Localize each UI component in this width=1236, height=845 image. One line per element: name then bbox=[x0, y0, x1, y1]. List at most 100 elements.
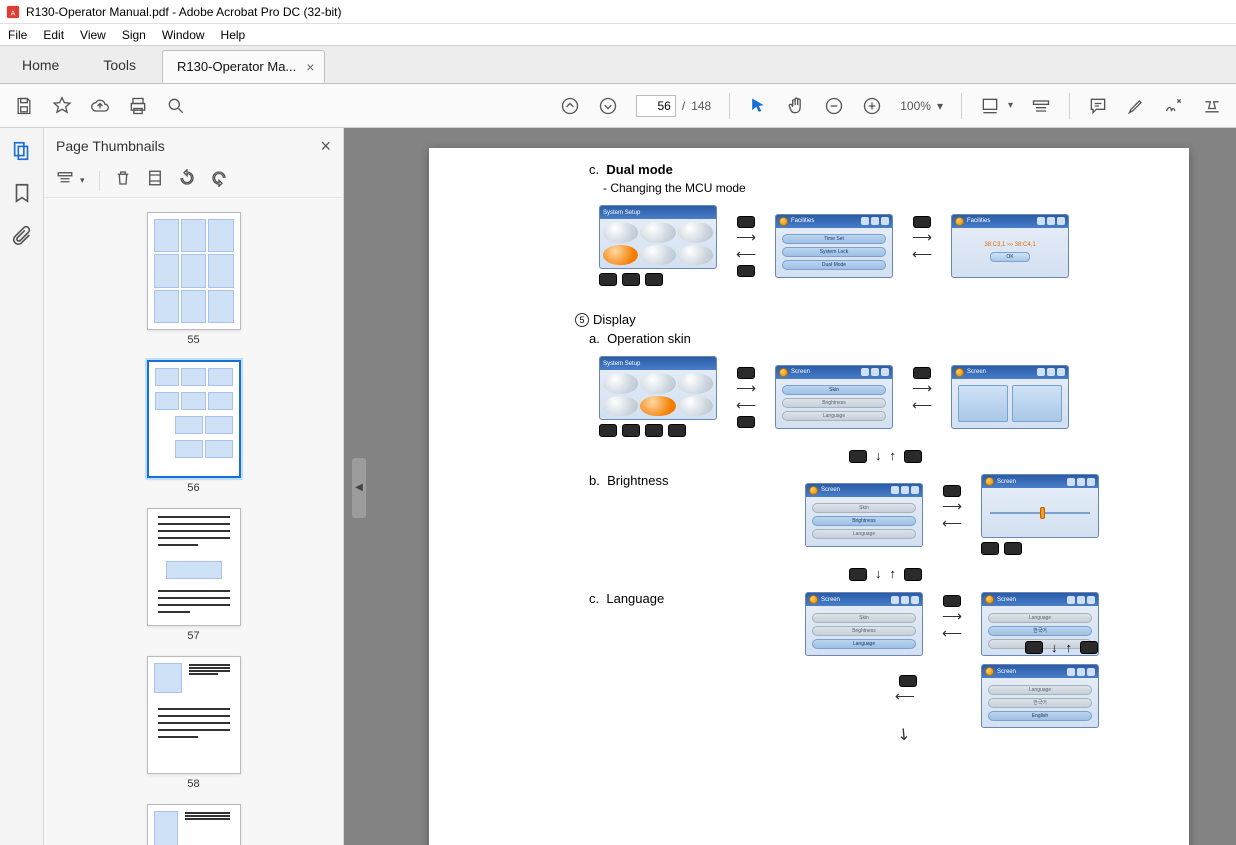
menu-window[interactable]: Window bbox=[162, 28, 205, 42]
chevron-down-icon[interactable]: ▾ bbox=[1008, 100, 1013, 111]
menu-file[interactable]: File bbox=[8, 28, 27, 42]
arrow-connector: ⟶⟵ bbox=[931, 609, 973, 640]
zoom-value: 100% bbox=[900, 99, 931, 113]
hand-tool-icon[interactable] bbox=[786, 96, 806, 116]
screen-system-setup: System Setup bbox=[599, 205, 717, 269]
thumbnail-page-56[interactable]: 56 bbox=[147, 360, 241, 494]
tab-home[interactable]: Home bbox=[0, 46, 81, 83]
section-title: Operation skin bbox=[607, 331, 691, 346]
tab-close-icon[interactable]: × bbox=[306, 59, 314, 75]
nav-chips bbox=[599, 424, 717, 437]
page-total: 148 bbox=[691, 99, 711, 113]
menu-help[interactable]: Help bbox=[221, 28, 246, 42]
arrow-connector: ⟶⟵ bbox=[931, 499, 973, 530]
arrow-connector: ⟶⟵ bbox=[725, 230, 767, 261]
close-panel-icon[interactable]: × bbox=[320, 136, 331, 157]
select-tool-icon[interactable] bbox=[748, 96, 768, 116]
arrow-connector: ⟵ bbox=[805, 689, 923, 703]
page-down-icon[interactable] bbox=[598, 96, 618, 116]
section-title: Dual mode bbox=[606, 162, 672, 177]
sign-icon[interactable] bbox=[1164, 96, 1184, 116]
section-subtitle: - Changing the MCU mode bbox=[603, 181, 1149, 195]
section-letter: c. bbox=[589, 162, 599, 177]
svg-text:A: A bbox=[11, 10, 16, 17]
chevron-down-icon[interactable]: ▾ bbox=[80, 175, 85, 186]
thumbnail-number: 55 bbox=[187, 334, 199, 346]
tab-document[interactable]: R130-Operator Ma... × bbox=[162, 50, 325, 83]
section-title: Language bbox=[606, 591, 664, 606]
thumbnail-page-59[interactable] bbox=[147, 804, 241, 845]
vertical-connector: ↓↑ bbox=[849, 559, 1149, 589]
menubar: File Edit View Sign Window Help bbox=[0, 24, 1236, 46]
screen-dual-mode-confirm: Facilities38:C3,1 ››› 38:C4,1OK bbox=[951, 214, 1069, 278]
section-letter: c. bbox=[589, 591, 599, 606]
arrow-connector: ⟶⟵ bbox=[901, 381, 943, 412]
page-up-icon[interactable] bbox=[560, 96, 580, 116]
page-current-input[interactable] bbox=[636, 95, 676, 117]
thumbnail-page-57[interactable]: 57 bbox=[147, 508, 241, 642]
thumbnail-number: 57 bbox=[187, 630, 199, 642]
screen-skin-select: Screen bbox=[951, 365, 1069, 429]
menu-view[interactable]: View bbox=[80, 28, 106, 42]
screen-display-menu: ScreenSkinBrightnessLanguage bbox=[805, 592, 923, 656]
print-pages-icon[interactable] bbox=[146, 169, 164, 192]
find-icon[interactable] bbox=[166, 96, 186, 116]
options-icon[interactable] bbox=[56, 169, 74, 192]
section-title: Display bbox=[593, 312, 636, 327]
fit-page-icon[interactable] bbox=[1031, 96, 1051, 116]
thumbnails-panel: Page Thumbnails × ▾ 55 56 57 bbox=[44, 128, 344, 845]
collapse-handle-icon[interactable]: ◀ bbox=[352, 458, 366, 518]
comment-icon[interactable] bbox=[1088, 96, 1108, 116]
zoom-select[interactable]: 100% ▾ bbox=[900, 99, 943, 113]
nav-chips bbox=[981, 542, 1099, 555]
content-area: Page Thumbnails × ▾ 55 56 57 bbox=[0, 128, 1236, 845]
window-title: R130-Operator Manual.pdf - Adobe Acrobat… bbox=[26, 5, 342, 19]
menu-edit[interactable]: Edit bbox=[43, 28, 64, 42]
pdf-page: c. Dual mode - Changing the MCU mode Sys… bbox=[429, 148, 1189, 845]
thumbnails-rail-icon[interactable] bbox=[11, 140, 33, 162]
tab-tools[interactable]: Tools bbox=[81, 46, 158, 83]
document-viewport[interactable]: c. Dual mode - Changing the MCU mode Sys… bbox=[374, 128, 1236, 845]
delete-icon[interactable] bbox=[114, 169, 132, 192]
star-icon[interactable] bbox=[52, 96, 72, 116]
screen-brightness: Screen bbox=[981, 474, 1099, 538]
thumbnails-title: Page Thumbnails bbox=[56, 138, 165, 154]
bookmarks-rail-icon[interactable] bbox=[11, 182, 33, 204]
rotate-cw-icon[interactable] bbox=[210, 169, 228, 192]
panel-resize-gutter[interactable]: ◀ bbox=[344, 128, 374, 845]
rotate-ccw-icon[interactable] bbox=[178, 169, 196, 192]
diagonal-arrow: ↘ bbox=[892, 722, 915, 746]
highlight-icon[interactable] bbox=[1126, 96, 1146, 116]
cloud-upload-icon[interactable] bbox=[90, 96, 110, 116]
thumbnail-number: 58 bbox=[187, 778, 199, 790]
stamp-icon[interactable] bbox=[1202, 96, 1222, 116]
fit-width-icon[interactable] bbox=[980, 96, 1000, 116]
print-icon[interactable] bbox=[128, 96, 148, 116]
menu-sign[interactable]: Sign bbox=[122, 28, 146, 42]
screen-facilities: FacilitiesTime SetSystem LockDual Mode bbox=[775, 214, 893, 278]
left-rail bbox=[0, 128, 44, 845]
attachments-rail-icon[interactable] bbox=[11, 224, 33, 246]
page-number: / 148 bbox=[636, 95, 711, 117]
main-toolbar: / 148 100% ▾ ▾ bbox=[0, 84, 1236, 128]
thumbnail-page-55[interactable]: 55 bbox=[147, 212, 241, 346]
thumbnail-page-58[interactable]: 58 bbox=[147, 656, 241, 790]
window-titlebar: A R130-Operator Manual.pdf - Adobe Acrob… bbox=[0, 0, 1236, 24]
thumbnails-toolbar: ▾ bbox=[44, 164, 343, 198]
zoom-out-icon[interactable] bbox=[824, 96, 844, 116]
section-letter: a. bbox=[589, 331, 600, 346]
section-letter: b. bbox=[589, 473, 600, 488]
screen-display-menu: ScreenSkinBrightnessLanguage bbox=[775, 365, 893, 429]
tab-document-label: R130-Operator Ma... bbox=[177, 59, 296, 74]
thumbnail-number: 56 bbox=[187, 482, 199, 494]
thumbnail-list[interactable]: 55 56 57 58 bbox=[44, 198, 343, 845]
vertical-connector: ↓↑ bbox=[849, 441, 1149, 471]
arrow-connector: ⟶⟵ bbox=[725, 381, 767, 412]
section-title: Brightness bbox=[607, 473, 668, 488]
pdf-file-icon: A bbox=[6, 5, 20, 19]
zoom-in-icon[interactable] bbox=[862, 96, 882, 116]
save-icon[interactable] bbox=[14, 96, 34, 116]
circled-number: 5 bbox=[575, 313, 589, 327]
arrow-connector: ⟶⟵ bbox=[901, 230, 943, 261]
screen-system-setup: System Setup bbox=[599, 356, 717, 420]
